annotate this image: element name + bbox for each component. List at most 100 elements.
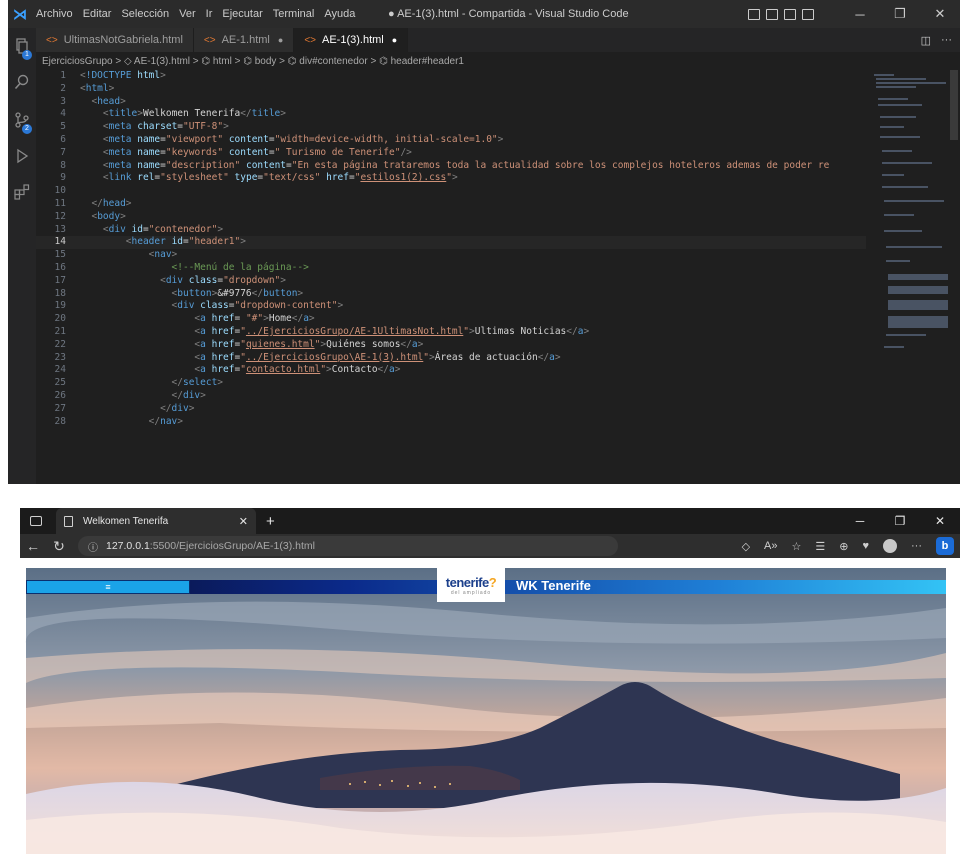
code-line: 22 <a href="quienes.html">Quiénes somos<… (54, 338, 424, 350)
code-line: 11 </head> (54, 197, 132, 209)
logo-text-a: te (445, 574, 457, 590)
code-line: 21 <a href="../EjerciciosGrupo/AE-1Ultim… (54, 325, 590, 337)
breadcrumb[interactable]: EjerciciosGrupo > ◇ AE-1(3).html > ⌬ htm… (36, 52, 960, 70)
refresh-icon[interactable]: ↻ (46, 538, 72, 555)
browser-tab[interactable]: Welkomen Tenerifa ✕ (56, 508, 256, 534)
modified-dot-icon[interactable]: ● (392, 35, 397, 45)
browser-window: Welkomen Tenerifa ✕ + ─ ❐ ✕ ← ↻ ⓘ 127.0.… (20, 508, 960, 854)
more-actions-icon[interactable]: ··· (941, 34, 952, 46)
explorer-badge: 1 (22, 50, 32, 60)
new-tab-icon[interactable]: + (266, 513, 275, 530)
menu-archivo[interactable]: Archivo (36, 8, 73, 20)
vscode-logo-icon: ⋊ (13, 5, 27, 22)
tenerife-logo: tenerife? del ampliado (437, 568, 505, 602)
code-line: 17 <div class="dropdown"> (54, 274, 286, 286)
window-title: ● AE-1(3).html - Compartida - Visual Stu… (388, 8, 629, 20)
menu-seleccion[interactable]: Selección (121, 8, 169, 20)
tracking-icon[interactable]: ◇ (742, 540, 750, 553)
code-line: 26 </div> (54, 389, 206, 401)
menu-terminal[interactable]: Terminal (273, 8, 315, 20)
back-icon[interactable]: ← (20, 538, 46, 554)
logo-mark-icon: ? (488, 574, 497, 590)
web-page: ≡ tenerife? del ampliado WK Tenerife (20, 558, 960, 854)
profile-avatar[interactable] (883, 539, 897, 553)
favorite-icon[interactable]: ☆ (792, 540, 802, 553)
code-line: 2 <html> (60, 82, 115, 94)
code-line: 12 <body> (54, 210, 126, 222)
tab-label: UltimasNotGabriela.html (63, 34, 183, 46)
menu-ver[interactable]: Ver (179, 8, 196, 20)
code-line: 16 <!--Menú de la página--> (54, 261, 309, 273)
toggle-secondary-sidebar-icon[interactable] (784, 8, 796, 20)
tab-ae-1[interactable]: <> AE-1.html ● (193, 28, 295, 52)
code-line-current: 14 <header id="header1"> (36, 236, 866, 250)
browser-restore-button[interactable]: ❐ (880, 508, 920, 534)
url-host: 127.0.0.1 (106, 540, 150, 552)
code-line: 18 <button>&#9776</button> (54, 287, 304, 299)
code-line: 15 <nav> (54, 249, 178, 261)
tab-label: AE-1(3).html (322, 34, 384, 46)
restore-button[interactable]: ❐ (880, 0, 920, 28)
modified-dot-icon[interactable]: ● (278, 35, 283, 45)
browser-minimize-button[interactable]: ─ (840, 508, 880, 534)
menu-bar: Archivo Editar Selección Ver Ir Ejecutar… (32, 8, 355, 20)
menu-ir[interactable]: Ir (206, 8, 213, 20)
browser-tab-title: Welkomen Tenerifa (83, 515, 169, 527)
extensions-icon[interactable] (14, 184, 30, 200)
read-aloud-icon[interactable]: A» (764, 540, 777, 552)
html-file-icon: <> (304, 34, 316, 46)
close-tab-icon[interactable]: ✕ (239, 515, 248, 528)
customize-layout-icon[interactable] (802, 8, 814, 20)
bing-icon[interactable]: b (936, 537, 954, 555)
code-line: 24 <a href="contacto.html">Contacto</a> (54, 364, 401, 376)
editor-tabs: <> UltimasNotGabriela.html <> AE-1.html … (36, 28, 960, 52)
vscode-window: ⋊ Archivo Editar Selección Ver Ir Ejecut… (8, 0, 960, 484)
search-icon[interactable] (14, 74, 30, 90)
minimap[interactable] (870, 70, 948, 370)
html-file-icon: <> (203, 34, 216, 46)
code-line: 20 <a href= "#">Home</a> (54, 313, 315, 325)
address-bar[interactable]: ⓘ 127.0.0.1:5500/EjerciciosGrupo/AE-1(3)… (78, 536, 618, 556)
more-icon[interactable]: ··· (911, 540, 922, 552)
menu-ayuda[interactable]: Ayuda (324, 8, 355, 20)
activity-bar: 1 2 (8, 28, 36, 484)
title-bar: ⋊ Archivo Editar Selección Ver Ir Ejecut… (8, 0, 960, 28)
logo-text-b: nerife (456, 574, 489, 590)
code-editor[interactable]: 1 <!DOCTYPE html> 2 <html> 3 <head> 4 <tit… (36, 70, 866, 484)
page-icon (64, 515, 73, 527)
tab-ae-1-3[interactable]: <> AE-1(3).html ● (294, 28, 409, 52)
hero-image (25, 568, 946, 854)
menu-editar[interactable]: Editar (83, 8, 112, 20)
close-button[interactable]: ✕ (920, 0, 960, 28)
toggle-primary-sidebar-icon[interactable] (748, 8, 760, 20)
minimize-button[interactable]: ─ (840, 0, 880, 28)
browser-toolbar: ← ↻ ⓘ 127.0.0.1:5500/EjerciciosGrupo/AE-… (20, 534, 960, 558)
favorites-list-icon[interactable]: ☰ (815, 540, 825, 553)
code-line: 5 <meta charset="UTF-8"> (60, 121, 229, 133)
code-line: 9 <link rel="stylesheet" type="text/css"… (60, 172, 458, 184)
collections-icon[interactable]: ⊕ (839, 540, 848, 553)
code-line: 25 </select> (54, 377, 224, 389)
toggle-panel-icon[interactable] (766, 8, 778, 20)
code-line: 28 </nav> (54, 415, 183, 427)
tab-actions-icon[interactable] (30, 516, 42, 526)
code-line: 13 <div id="contenedor"> (54, 223, 224, 235)
url-path: :5500/EjerciciosGrupo/AE-1(3).html (149, 540, 315, 552)
browser-close-button[interactable]: ✕ (920, 508, 960, 534)
code-line: 3 <head> (60, 95, 126, 107)
menu-ejecutar[interactable]: Ejecutar (222, 8, 262, 20)
menu-button[interactable]: ≡ (26, 580, 190, 594)
code-line: 4 <title>Welkomen Tenerifa</title> (60, 108, 286, 120)
run-debug-icon[interactable] (14, 148, 30, 164)
editor-scrollbar[interactable] (950, 70, 958, 140)
code-line: 7 <meta name="keywords" content=" Turism… (60, 146, 412, 158)
site-info-icon[interactable]: ⓘ (88, 539, 98, 554)
split-editor-icon[interactable]: ◫ (921, 34, 931, 47)
logo-subtext: del ampliado (450, 589, 492, 596)
tab-label: AE-1.html (221, 34, 270, 46)
browser-tab-bar: Welkomen Tenerifa ✕ + ─ ❐ ✕ (20, 508, 960, 534)
tab-ultimasnotgabriela[interactable]: <> UltimasNotGabriela.html (36, 28, 194, 52)
code-line: 6 <meta name="viewport" content="width=d… (60, 133, 504, 145)
site-title: WK Tenerife (516, 578, 591, 593)
heart-icon[interactable]: ♥ (862, 540, 869, 552)
